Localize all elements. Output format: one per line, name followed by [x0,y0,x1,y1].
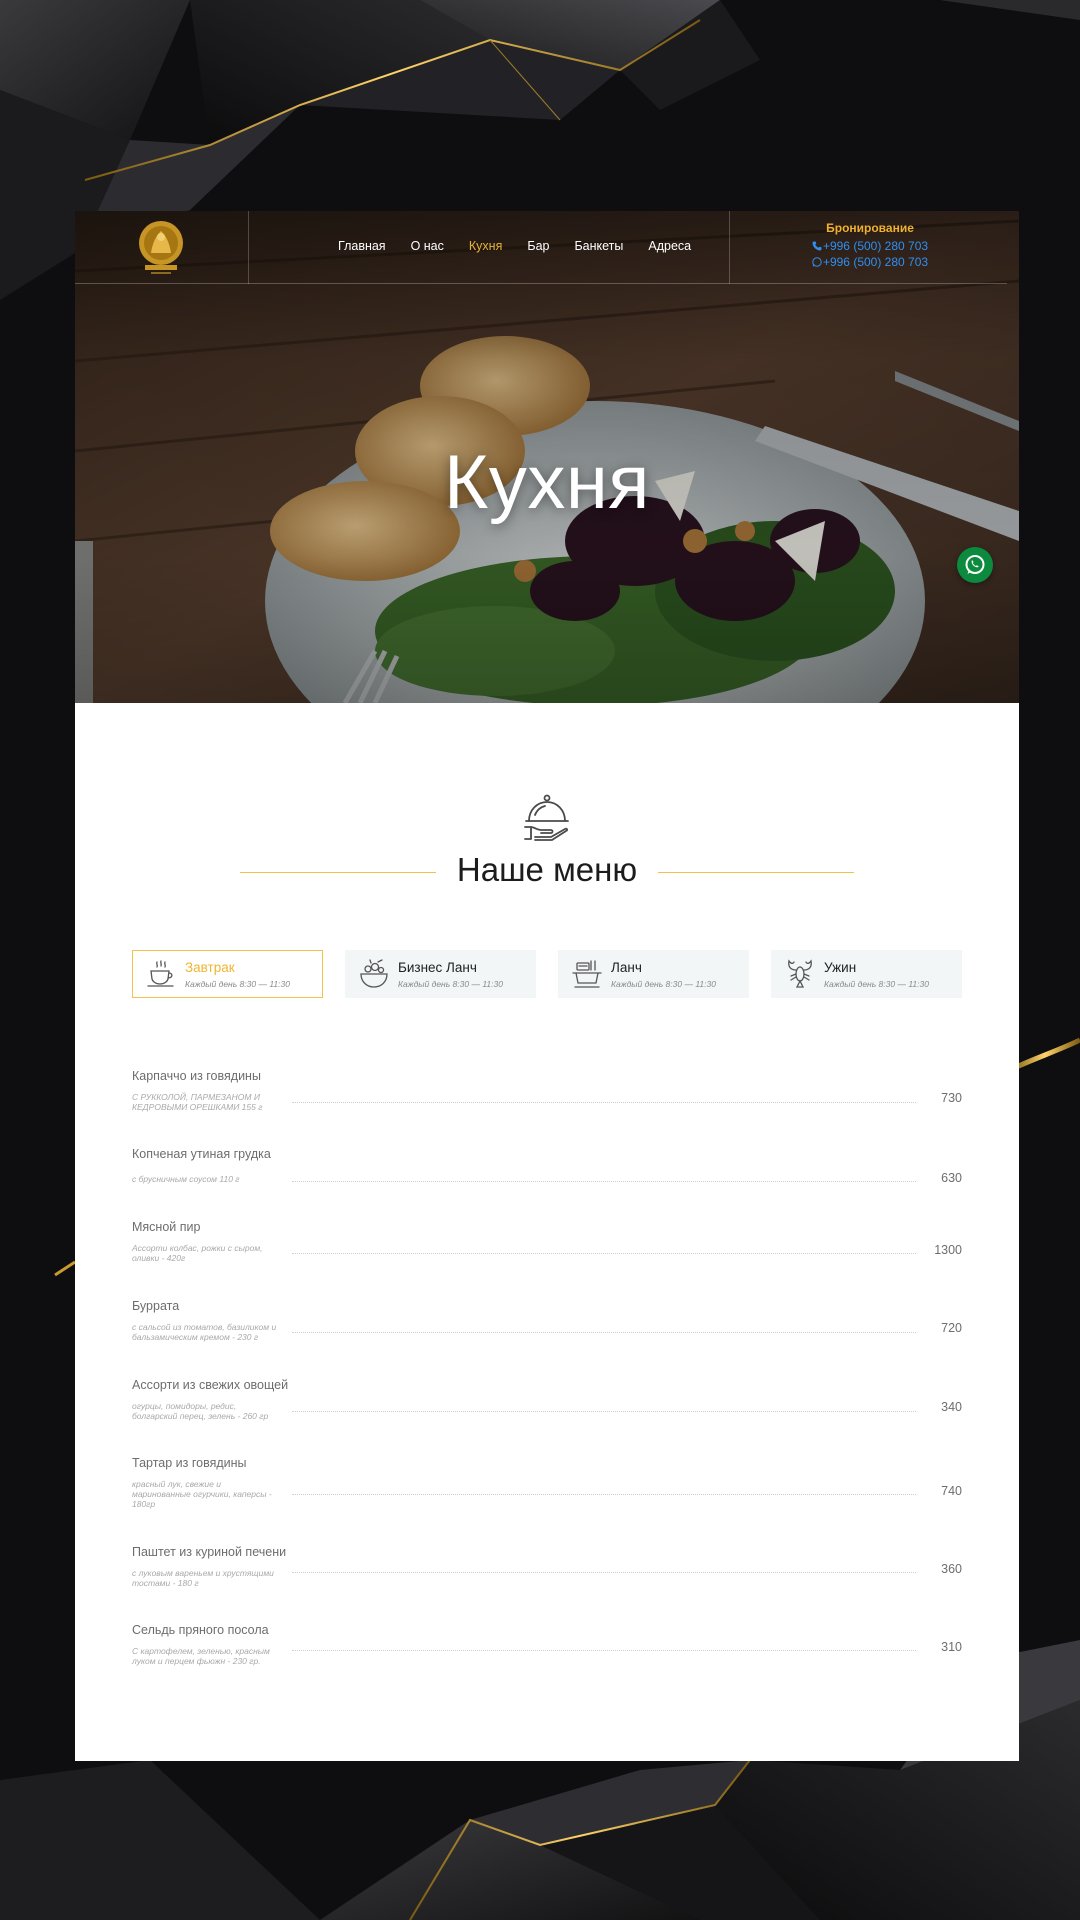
dish-price: 740 [941,1484,962,1498]
dotted-leader [292,1332,916,1333]
nav-bar[interactable]: Бар [527,239,549,257]
dish-name: Паштет из куриной печени [132,1545,287,1559]
tab-hours: Каждый день 8:30 — 11:30 [185,979,290,989]
lobster-icon [788,959,812,988]
header-divider [248,211,249,284]
dotted-leader [292,1181,916,1182]
dish-description: огурцы, помидоры, редис, болгарский пере… [132,1401,269,1421]
page-title: Кухня [444,440,650,525]
hero-section: Главная О нас Кухня Бар Банкеты Адреса Б… [75,211,1019,703]
tab-label: Завтрак [185,960,235,975]
site-header: Главная О нас Кухня Бар Банкеты Адреса Б… [75,211,1019,284]
dotted-leader [292,1253,916,1254]
tab-label: Бизнес Ланч [398,960,477,975]
brand-logo[interactable] [137,219,185,277]
salad-bowl-icon [360,959,388,988]
menu-tabs: Завтрак Каждый день 8:30 — 11:30 Бизнес … [132,950,962,998]
dish-description: с луковым вареньем и хрустящими тостами … [132,1568,274,1588]
dish-price: 720 [941,1321,962,1335]
phone-link[interactable]: +996 (500) 280 703 [755,238,985,254]
dish-price: 360 [941,1562,962,1576]
dish-name: Карпаччо из говядины [132,1069,261,1083]
dotted-leader [292,1494,916,1495]
tab-hours: Каждый день 8:30 — 11:30 [611,979,716,989]
header-divider [729,211,730,284]
dish-name: Ассорти из свежих овощей [132,1378,289,1392]
dish-description: с сальсой из томатов, базиликом и бальза… [132,1322,277,1342]
soup-pot-icon [572,960,602,988]
tab-hours: Каждый день 8:30 — 11:30 [824,979,929,989]
nav-addresses[interactable]: Адреса [648,239,691,257]
dish-price: 1300 [934,1243,962,1257]
dish-name: Тартар из говядины [132,1456,247,1470]
coffee-cup-icon [147,960,174,987]
whatsapp-icon [965,555,985,574]
tab-lunch[interactable]: Ланч Каждый день 8:30 — 11:30 [558,950,749,998]
dish-description: С РУККОЛОЙ, ПАРМЕЗАНОМ И КЕДРОВЫМИ ОРЕШК… [132,1092,263,1112]
nav-home[interactable]: Главная [338,239,386,257]
phone-icon [812,241,822,251]
tab-dinner[interactable]: Ужин Каждый день 8:30 — 11:30 [771,950,962,998]
tab-hours: Каждый день 8:30 — 11:30 [398,979,503,989]
dish-name: Сельдь пряного посола [132,1623,269,1637]
dish-name: Буррата [132,1299,180,1313]
dish-price: 630 [941,1171,962,1185]
page-card: Главная О нас Кухня Бар Банкеты Адреса Б… [75,211,1019,1761]
whatsapp-number: +996 (500) 280 703 [822,255,929,269]
dotted-leader [292,1650,916,1651]
tab-business-lunch[interactable]: Бизнес Ланч Каждый день 8:30 — 11:30 [345,950,536,998]
phone-number: +996 (500) 280 703 [822,239,929,253]
dish-name: Мясной пир [132,1220,201,1234]
dotted-leader [292,1102,916,1103]
dish-price: 310 [941,1640,962,1654]
main-nav: Главная О нас Кухня Бар Банкеты Адреса [338,239,716,257]
tab-breakfast[interactable]: Завтрак Каждый день 8:30 — 11:30 [132,950,323,998]
nav-banquets[interactable]: Банкеты [574,239,623,257]
tab-label: Ланч [611,960,642,975]
header-underline [75,283,1007,284]
whatsapp-link[interactable]: +996 (500) 280 703 [755,254,985,270]
dish-name: Копченая утиная грудка [132,1147,271,1161]
booking-title: Бронирование [826,221,914,235]
menu-title: Наше меню [456,851,638,888]
dotted-leader [292,1411,916,1412]
heading-line-right [658,872,854,873]
dish-description: Ассорти колбас, рожки с сыром, оливки - … [132,1243,263,1263]
dish-description: с брусничным соусом 110 г [132,1174,240,1184]
dotted-leader [292,1572,916,1573]
dish-description: С картофелем, зеленью, красным луком и п… [132,1646,270,1666]
tab-label: Ужин [824,960,857,975]
whatsapp-icon [812,257,822,267]
nav-about[interactable]: О нас [411,239,444,257]
booking-block: Бронирование +996 (500) 280 703 +996 (50… [755,221,985,270]
dish-price: 340 [941,1400,962,1414]
dish-description: красный лук, свежие и маринованные огурч… [132,1479,272,1509]
dish-price: 730 [941,1091,962,1105]
cloche-icon [524,794,569,841]
whatsapp-floating-button[interactable] [957,547,993,583]
nav-kitchen[interactable]: Кухня [469,239,502,257]
menu-heading: Наше меню [240,851,854,891]
